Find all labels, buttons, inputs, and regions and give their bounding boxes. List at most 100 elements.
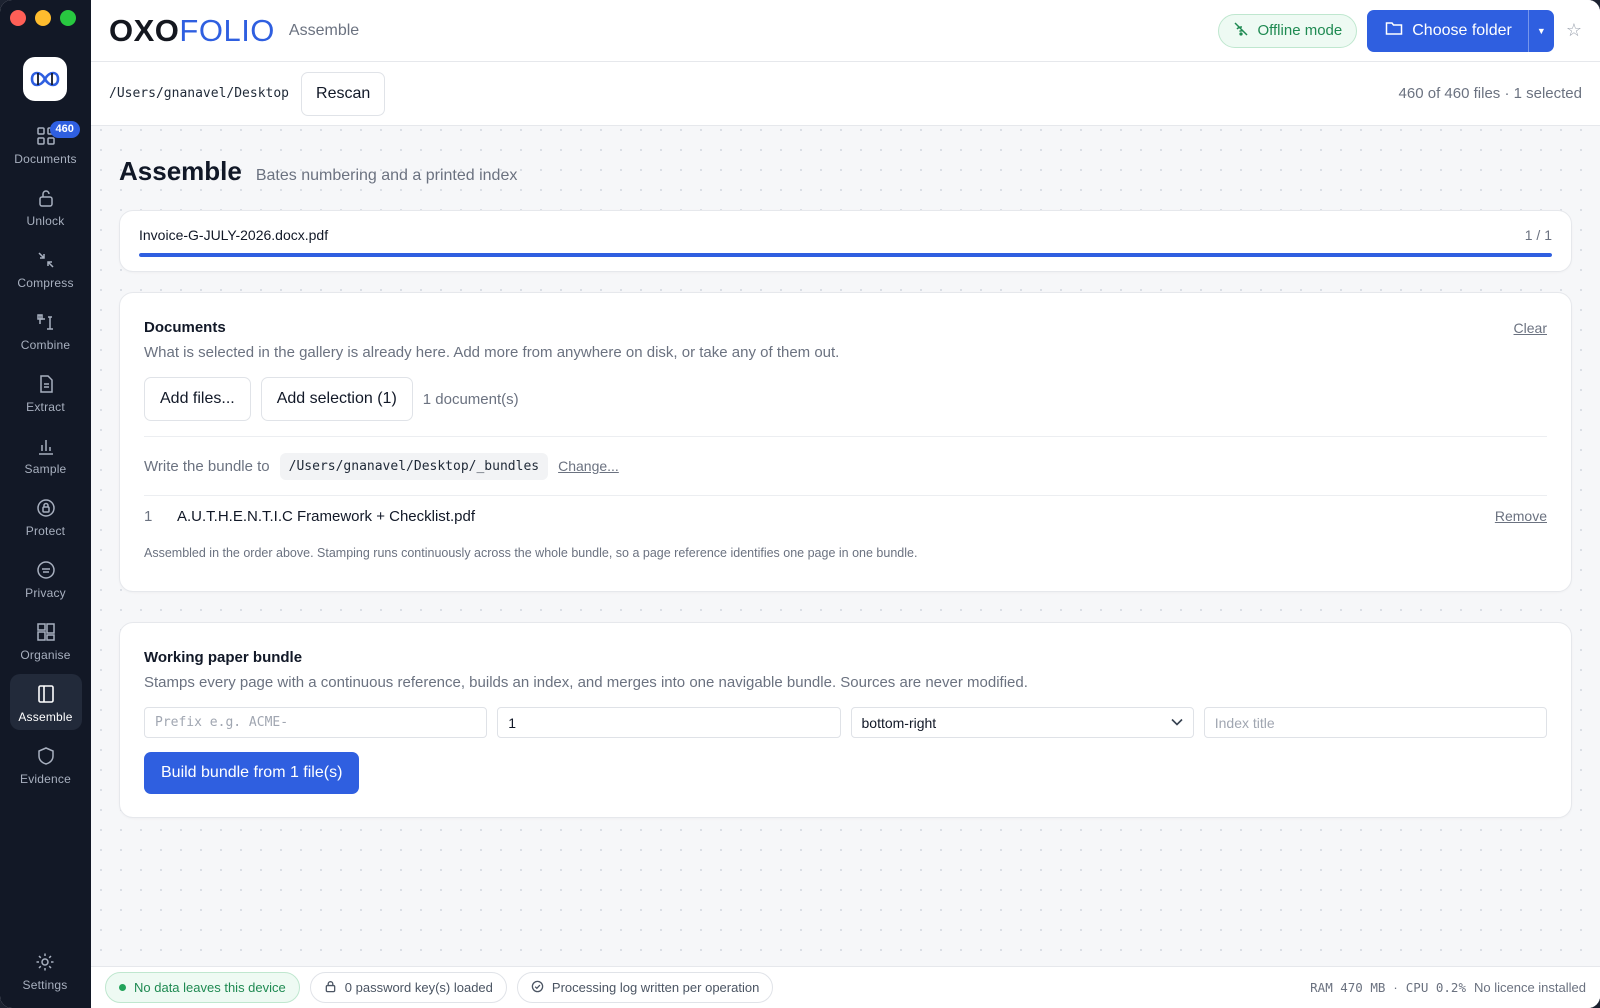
document-icon bbox=[35, 373, 57, 395]
sidebar-item-label: Documents bbox=[14, 152, 77, 166]
documents-card: Documents Clear What is selected in the … bbox=[119, 292, 1572, 592]
lock-circle-icon bbox=[35, 497, 57, 519]
sidebar-item-privacy[interactable]: Privacy bbox=[10, 550, 82, 606]
sidebar-item-label: Organise bbox=[20, 648, 71, 662]
add-selection-button[interactable]: Add selection (1) bbox=[260, 377, 413, 421]
sidebar-item-protect[interactable]: Protect bbox=[10, 488, 82, 544]
brand-light-text: FOLIO bbox=[179, 12, 275, 48]
star-icon[interactable]: ☆ bbox=[1566, 20, 1582, 41]
zoom-window-button[interactable] bbox=[60, 10, 76, 26]
sidebar-item-compress[interactable]: Compress bbox=[10, 240, 82, 296]
chevron-down-icon bbox=[1171, 717, 1183, 729]
infinity-logo-icon bbox=[30, 71, 60, 87]
shield-icon bbox=[35, 745, 57, 767]
progress-track bbox=[139, 253, 1552, 257]
sidebar-item-combine[interactable]: Combine bbox=[10, 302, 82, 358]
rescan-button[interactable]: Rescan bbox=[301, 71, 386, 116]
page-header: Assemble Bates numbering and a printed i… bbox=[119, 156, 1572, 190]
minimize-window-button[interactable] bbox=[35, 10, 51, 26]
status-dot-icon bbox=[119, 984, 126, 991]
sidebar-item-extract[interactable]: Extract bbox=[10, 364, 82, 420]
progress-file-name: Invoice-G-JULY-2026.docx.pdf bbox=[139, 227, 329, 243]
brand-bold-text: OXO bbox=[109, 12, 180, 48]
bundle-fields: Prefix e.g. ACME- 1 bottom-right Index t… bbox=[144, 707, 1547, 738]
remove-link[interactable]: Remove bbox=[1495, 508, 1547, 524]
add-files-button[interactable]: Add files... bbox=[144, 377, 251, 421]
main-area: OXO FOLIO Assemble Offline mode Choose fo… bbox=[91, 0, 1600, 1008]
cpu-usage: CPU 0.2% bbox=[1405, 980, 1466, 995]
path-bar: /Users/gnanavel/Desktop Rescan 460 of 46… bbox=[91, 62, 1600, 126]
document-count: 1 document(s) bbox=[422, 390, 519, 408]
choose-folder-main[interactable]: Choose folder bbox=[1367, 10, 1528, 52]
sidebar-item-organise[interactable]: Organise bbox=[10, 612, 82, 668]
offline-mode-toggle[interactable]: Offline mode bbox=[1218, 13, 1358, 48]
sidebar: 460 Documents Unlock Compress Combine Ex… bbox=[0, 0, 91, 1008]
list-item-name: A.U.T.H.E.N.T.I.C Framework + Checklist.… bbox=[177, 507, 475, 525]
top-bar-actions: Offline mode Choose folder ▼ ☆ bbox=[1218, 9, 1582, 52]
output-folder-path: /Users/gnanavel/Desktop/_bundles bbox=[279, 452, 549, 480]
close-window-button[interactable] bbox=[10, 10, 26, 26]
sidebar-item-sample[interactable]: Sample bbox=[10, 426, 82, 482]
book-icon bbox=[35, 683, 57, 705]
unlock-icon bbox=[35, 187, 57, 209]
position-select[interactable]: bottom-right bbox=[850, 707, 1194, 738]
ram-usage: RAM 470 MB bbox=[1310, 980, 1386, 995]
sidebar-item-assemble[interactable]: Assemble bbox=[9, 674, 82, 730]
bundle-title: Working paper bundle bbox=[144, 649, 303, 666]
bundle-card: Working paper bundle Stamps every page w… bbox=[119, 622, 1572, 818]
wifi-off-icon bbox=[1233, 21, 1249, 41]
documents-count-badge: 460 bbox=[49, 121, 80, 138]
page-title: Assemble bbox=[119, 156, 242, 186]
current-folder-path: /Users/gnanavel/Desktop bbox=[109, 86, 290, 101]
lock-icon bbox=[324, 980, 337, 996]
folder-icon bbox=[1385, 20, 1403, 41]
change-folder-link[interactable]: Change... bbox=[558, 458, 619, 474]
sidebar-item-label: Protect bbox=[25, 524, 66, 538]
breadcrumb: Assemble bbox=[288, 21, 360, 39]
index-title-input[interactable]: Index title bbox=[1203, 707, 1547, 738]
privacy-status: No data leaves this device bbox=[105, 972, 300, 1003]
app-logo bbox=[23, 57, 67, 101]
sidebar-item-evidence[interactable]: Evidence bbox=[10, 736, 82, 792]
prefix-input[interactable]: Prefix e.g. ACME- bbox=[144, 707, 488, 738]
list-item-index: 1 bbox=[144, 507, 153, 525]
password-keys-label: 0 password key(s) loaded bbox=[344, 980, 493, 995]
combine-icon bbox=[35, 311, 57, 333]
privacy-status-label: No data leaves this device bbox=[134, 980, 286, 995]
documents-title: Documents bbox=[144, 319, 226, 336]
sidebar-item-label: Privacy bbox=[25, 586, 66, 600]
sidebar-item-label: Combine bbox=[20, 338, 71, 352]
sidebar-item-unlock[interactable]: Unlock bbox=[10, 178, 82, 234]
progress-card: Invoice-G-JULY-2026.docx.pdf 1 / 1 bbox=[119, 210, 1572, 272]
choose-folder-dropdown[interactable]: ▼ bbox=[1527, 9, 1554, 52]
start-number-input[interactable]: 1 bbox=[497, 707, 841, 738]
brand-logo: OXO FOLIO bbox=[109, 13, 275, 49]
sidebar-item-label: Assemble bbox=[18, 710, 73, 724]
privacy-icon bbox=[35, 559, 57, 581]
position-select-value: bottom-right bbox=[861, 714, 937, 731]
check-circle-icon bbox=[531, 980, 544, 996]
documents-description: What is selected in the gallery is alrea… bbox=[144, 344, 840, 361]
processing-log-label: Processing log written per operation bbox=[551, 980, 760, 995]
sidebar-item-settings[interactable]: Settings bbox=[9, 942, 81, 998]
bar-chart-icon bbox=[35, 435, 57, 457]
offline-mode-label: Offline mode bbox=[1257, 22, 1343, 39]
build-bundle-button[interactable]: Build bundle from 1 file(s) bbox=[144, 752, 360, 794]
list-item: 1 A.U.T.H.E.N.T.I.C Framework + Checklis… bbox=[144, 496, 1547, 536]
sidebar-item-documents[interactable]: 460 Documents bbox=[10, 116, 82, 172]
processing-log-status[interactable]: Processing log written per operation bbox=[516, 972, 774, 1003]
choose-folder-label: Choose folder bbox=[1412, 21, 1512, 39]
sidebar-item-label: Unlock bbox=[26, 214, 65, 228]
page-subtitle: Bates numbering and a printed index bbox=[255, 167, 518, 184]
content: Assemble Bates numbering and a printed i… bbox=[91, 156, 1600, 818]
top-bar: OXO FOLIO Assemble Offline mode Choose fo… bbox=[91, 0, 1600, 62]
documents-actions: Add files... Add selection (1) 1 documen… bbox=[144, 377, 1547, 421]
sidebar-nav: 460 Documents Unlock Compress Combine Ex… bbox=[0, 116, 91, 798]
gear-icon bbox=[34, 951, 56, 973]
licence-status: No licence installed bbox=[1473, 980, 1586, 995]
password-keys-status[interactable]: 0 password key(s) loaded bbox=[309, 972, 507, 1003]
sidebar-item-label: Evidence bbox=[20, 772, 71, 786]
clear-link[interactable]: Clear bbox=[1514, 320, 1547, 336]
choose-folder-button[interactable]: Choose folder ▼ bbox=[1367, 9, 1554, 52]
output-folder-row: Write the bundle to /Users/gnanavel/Desk… bbox=[144, 437, 1547, 495]
